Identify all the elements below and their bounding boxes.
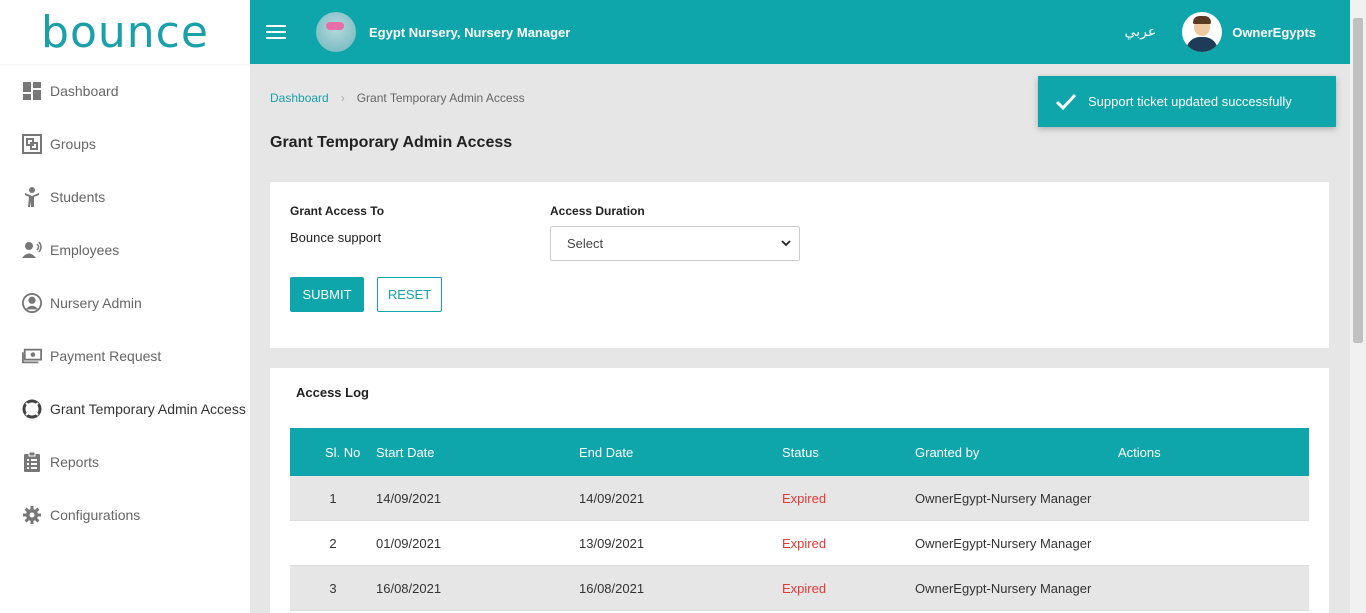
student-icon [22,186,42,207]
org-name: Egypt Nursery, Nursery Manager [369,24,571,40]
cell-end-date: 14/09/2021 [579,490,645,506]
top-header: Egypt Nursery, Nursery Manager عربي Owne… [250,0,1350,64]
grant-access-form: Grant Access To Bounce support Access Du… [270,182,1329,348]
cell-start-date: 14/09/2021 [376,490,442,506]
sidebar-item-label: Grant Temporary Admin Access [50,400,246,417]
select-value: Select [567,236,604,251]
col-sl-no[interactable]: Sl. No [290,445,376,460]
dashboard-icon [22,81,42,101]
col-actions: Actions [1118,444,1161,460]
table-row: 2 01/09/2021 13/09/2021 Expired OwnerEgy… [290,521,1309,566]
lifebuoy-icon [22,399,42,419]
access-log-title: Access Log [296,385,369,400]
breadcrumb: Dashboard › Grant Temporary Admin Access [270,91,525,105]
access-log-table: Sl. No Start Date End Date Status Grante… [290,428,1309,611]
cell-sl-no: 1 [329,490,337,506]
table-row: 3 16/08/2021 16/08/2021 Expired OwnerEgy… [290,566,1309,611]
col-end-date[interactable]: End Date [579,445,782,460]
cell-start-date: 16/08/2021 [376,580,442,596]
user-circle-icon [22,292,42,313]
sidebar-item-configurations[interactable]: Configurations [0,488,250,541]
sidebar: bounce Dashboard Groups Students Employe… [0,0,250,613]
sidebar-item-nursery-admin[interactable]: Nursery Admin [0,276,250,329]
grant-access-to-value: Bounce support [290,230,382,245]
cell-granted-by: OwnerEgypt-Nursery Manager [915,490,1092,506]
page-title: Grant Temporary Admin Access [270,134,513,151]
access-duration-select[interactable]: Select [550,226,800,261]
logo-text: bounce [41,6,209,58]
sidebar-item-dashboard[interactable]: Dashboard [0,64,250,117]
cell-start-date: 01/09/2021 [376,535,442,551]
access-log-card: Access Log Sl. No Start Date End Date St… [270,368,1329,613]
cell-end-date: 13/09/2021 [579,535,645,551]
cell-status: Expired [782,535,827,551]
chevron-down-icon [781,240,791,247]
language-toggle[interactable]: عربي [1125,24,1157,40]
cell-status: Expired [782,580,827,596]
breadcrumb-current: Grant Temporary Admin Access [356,91,525,105]
col-granted-by[interactable]: Granted by [915,445,1118,460]
col-status[interactable]: Status [782,445,915,460]
sidebar-item-label: Employees [50,241,120,258]
sidebar-item-payment-request[interactable]: Payment Request [0,329,250,382]
toast-message: Support ticket updated successfully [1088,94,1292,109]
table-header: Sl. No Start Date End Date Status Grante… [290,428,1309,476]
success-toast[interactable]: Support ticket updated successfully [1038,76,1336,127]
header-right: عربي OwnerEgypts [1125,12,1316,52]
sidebar-item-label: Groups [50,135,96,152]
sidebar-item-label: Nursery Admin [50,294,142,311]
grant-access-to-label: Grant Access To [290,204,385,218]
access-duration-label: Access Duration [550,204,645,218]
sidebar-item-reports[interactable]: Reports [0,435,250,488]
page-scrollbar[interactable] [1350,0,1366,613]
sidebar-item-students[interactable]: Students [0,170,250,223]
sidebar-item-grant-temporary-admin-access[interactable]: Grant Temporary Admin Access [0,382,250,435]
money-icon [22,346,42,366]
sidebar-item-employees[interactable]: Employees [0,223,250,276]
cell-status: Expired [782,490,827,506]
menu-icon[interactable] [266,25,286,39]
org-avatar [316,12,356,52]
submit-button[interactable]: SUBMIT [290,277,364,312]
sidebar-item-label: Configurations [50,506,141,523]
sidebar-item-label: Payment Request [50,347,162,364]
cell-sl-no: 3 [329,580,337,596]
clipboard-icon [22,451,42,472]
sidebar-item-label: Students [50,188,106,205]
user-avatar[interactable] [1182,12,1223,52]
sidebar-item-label: Dashboard [50,82,119,99]
scrollbar-thumb[interactable] [1353,18,1363,343]
cell-end-date: 16/08/2021 [579,580,645,596]
breadcrumb-dashboard-link[interactable]: Dashboard [270,91,329,105]
check-icon [1055,93,1077,110]
sidebar-nav: Dashboard Groups Students Employees Nurs… [0,64,250,541]
cell-granted-by: OwnerEgypt-Nursery Manager [915,535,1092,551]
gear-icon [22,505,42,525]
cell-sl-no: 2 [329,535,337,551]
employees-icon [22,240,42,260]
user-name[interactable]: OwnerEgypts [1232,25,1316,40]
bounce-logo[interactable]: bounce [0,0,250,64]
table-row: 1 14/09/2021 14/09/2021 Expired OwnerEgy… [290,476,1309,521]
cell-granted-by: OwnerEgypt-Nursery Manager [915,580,1092,596]
sidebar-item-label: Reports [50,453,100,470]
sidebar-item-groups[interactable]: Groups [0,117,250,170]
reset-button[interactable]: RESET [377,277,442,312]
col-start-date[interactable]: Start Date [376,445,579,460]
groups-icon [22,133,42,154]
chevron-right-icon: › [340,91,345,105]
